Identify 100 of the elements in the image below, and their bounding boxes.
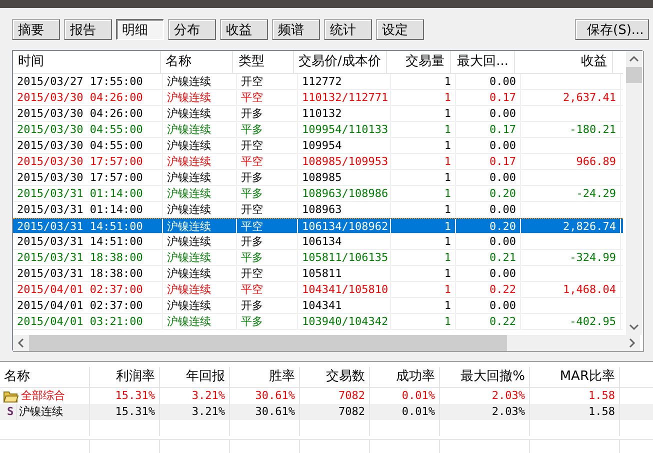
table-cell: 平空 [237,219,298,233]
table-cell: 1 [391,90,456,105]
table-cell: 1 [391,282,456,297]
table-cell: 开空 [237,266,298,281]
table-cell: 0.00 [456,298,521,313]
column-header[interactable]: 利润率 [90,367,160,387]
table-cell: 沪镍连续 [163,219,237,233]
table-cell: 沪镍连续 [163,138,237,153]
column-header[interactable]: 交易量 [386,51,451,73]
table-cell: 2015/03/31 01:14:00 [13,202,163,217]
table-cell: 1.58 [530,404,620,420]
table-cell: 平空 [237,154,298,169]
column-header[interactable]: 收益 [514,51,613,73]
table-cell: 2015/04/01 02:37:00 [13,282,163,297]
table-cell: 110132/112771 [298,90,391,105]
table-cell: 平空 [237,90,298,105]
table-cell: 开多 [237,234,298,249]
table-cell: 1 [391,170,456,185]
table-cell: 沪镍连续 [163,170,237,185]
table-cell: 1 [391,186,456,201]
table-cell: 108963 [298,202,391,217]
selected-row[interactable]: 2015/03/31 14:51:00 沪镍连续 平空 106134/108962 1 0.20 2,826.74 [13,218,623,234]
column-header[interactable]: 交易数 [300,367,370,387]
table-cell: 2,637.41 [521,90,621,105]
column-header[interactable]: 时间 [13,51,161,73]
table-cell: 112772 [298,74,391,89]
table-cell: 2015/03/31 14:51:00 [13,234,163,249]
tab[interactable]: 收益 [220,19,268,40]
table-cell: 2015/04/01 03:21:00 [13,314,163,329]
column-header[interactable]: 名称 [160,51,234,73]
table-cell: 0.00 [456,106,521,121]
table-cell: 15.31% [90,404,160,420]
horizontal-scrollbar[interactable] [13,335,640,351]
table-cell: 2,826.74 [521,219,621,233]
table-cell: 104341/105810 [298,282,391,297]
table-cell: 105811 [298,266,391,281]
table-cell: 2015/03/31 14:51:00 [13,219,163,233]
table-cell: 1 [391,122,456,137]
column-header[interactable]: 类型 [233,51,294,73]
scroll-thumb[interactable] [29,335,507,351]
table-cell: 2015/04/01 02:37:00 [13,298,163,313]
table-cell: 1,468.04 [521,282,621,297]
table-cell: 966.89 [521,154,621,169]
table-cell: 109954 [298,138,391,153]
table-cell: 开空 [237,138,298,153]
table-cell: 沪镍连续 [163,314,237,329]
save-button[interactable]: 保存(S)... [575,19,649,40]
column-header[interactable]: 年回报 [160,367,230,387]
scroll-thumb[interactable] [626,67,642,83]
tab[interactable]: 明细 [116,19,164,40]
table-cell: 沪镍连续 [163,106,237,121]
vertical-scrollbar[interactable] [626,51,642,335]
table-cell: 沪镍连续 [163,90,237,105]
column-header[interactable]: MAR比率 [530,367,620,387]
table-cell: -180.21 [521,122,621,137]
table-cell: 沪镍连续 [163,250,237,265]
table-cell: 2015/03/30 04:26:00 [13,90,163,105]
table-cell: 0.00 [456,266,521,281]
table-cell: 2015/03/30 17:57:00 [13,154,163,169]
table-cell: 全部综合 [21,388,65,404]
table-cell: 0.17 [456,122,521,137]
table-cell: 2015/03/30 04:55:00 [13,138,163,153]
table-cell: 1 [391,154,456,169]
table-cell: 沪镍连续 [163,282,237,297]
tab[interactable]: 统计 [324,19,372,40]
tab[interactable]: 报告 [64,19,112,40]
table-cell: 1 [391,138,456,153]
column-header[interactable]: 最大回... [450,51,515,73]
table-cell: 0.21 [456,250,521,265]
table-cell: 1 [391,234,456,249]
tab[interactable]: 分布 [168,19,216,40]
table-cell: -24.29 [521,186,621,201]
table-cell: 开多 [237,106,298,121]
column-header[interactable]: 胜率 [230,367,300,387]
table-cell: 108963/108986 [298,186,391,201]
column-header[interactable]: 成功率 [370,367,440,387]
table-cell: 2.03% [440,404,530,420]
table-cell: 0.00 [456,74,521,89]
table-cell: 108985 [298,170,391,185]
table-cell: 沪镍连续 [163,234,237,249]
tab[interactable]: 频谱 [272,19,320,40]
table-cell: 2015/03/31 18:38:00 [13,266,163,281]
table-cell: 1 [391,250,456,265]
tab[interactable]: 设定 [376,19,424,40]
tab[interactable]: 摘要 [12,19,60,40]
table-cell: 3.21% [160,404,230,420]
column-header[interactable]: 最大回撤% [440,367,530,387]
column-header[interactable]: 名称 [0,367,90,387]
column-header[interactable]: 交易价/成本价 [294,51,386,73]
table-cell: 2015/03/31 01:14:00 [13,186,163,201]
table-cell: 0.22 [456,282,521,297]
table-cell: 沪镍连续 [163,298,237,313]
table-cell: 平空 [237,282,298,297]
table-cell: 沪镍连续 [163,202,237,217]
table-cell: 0.17 [456,154,521,169]
table-cell: 0.17 [456,90,521,105]
table-cell: 开多 [237,298,298,313]
table-cell: 110132 [298,106,391,121]
table-cell: -324.99 [521,250,621,265]
table-cell: 106134/108962 [298,219,391,233]
